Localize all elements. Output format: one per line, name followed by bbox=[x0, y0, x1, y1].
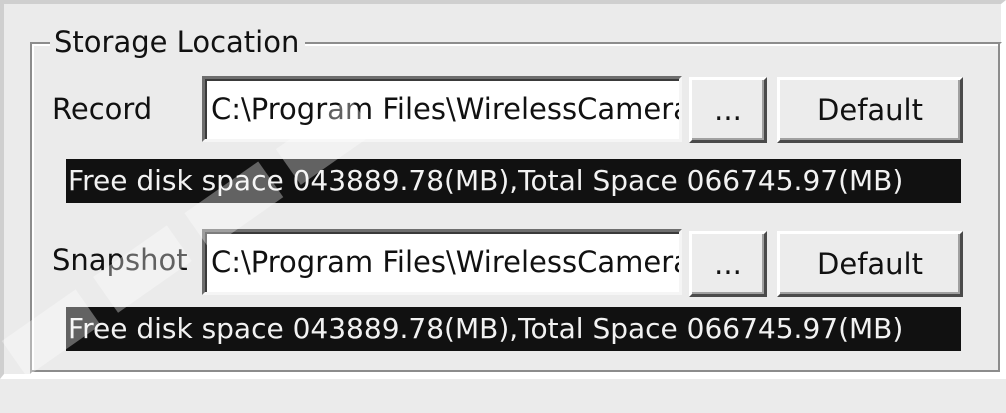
snapshot-label: Snapshot bbox=[52, 243, 188, 277]
snapshot-default-button[interactable]: Default bbox=[777, 231, 963, 297]
group-title: Storage Location bbox=[50, 22, 306, 62]
record-label: Record bbox=[52, 92, 153, 126]
record-path-input[interactable] bbox=[202, 76, 682, 142]
record-disk-info: Free disk space 043889.78(MB),Total Spac… bbox=[66, 159, 961, 203]
record-browse-button[interactable]: ... bbox=[689, 77, 767, 143]
snapshot-disk-info: Free disk space 043889.78(MB),Total Spac… bbox=[66, 307, 961, 351]
snapshot-path-input[interactable] bbox=[202, 229, 682, 295]
record-default-button[interactable]: Default bbox=[777, 77, 963, 143]
snapshot-browse-button[interactable]: ... bbox=[689, 231, 767, 297]
